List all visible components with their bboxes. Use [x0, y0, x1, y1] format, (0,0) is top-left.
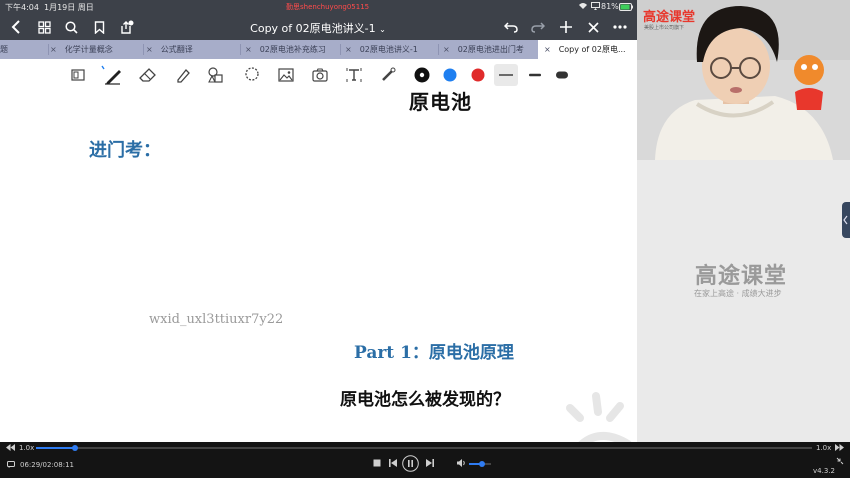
highlighter-icon[interactable] — [173, 65, 193, 85]
add-icon[interactable] — [557, 18, 575, 36]
tab-close-icon[interactable]: × — [443, 45, 450, 54]
app-version: v4.3.2 — [813, 467, 835, 475]
chevron-down-icon: ⌄ — [379, 25, 386, 34]
stroke-thick[interactable] — [552, 65, 572, 85]
previous-icon[interactable] — [389, 459, 397, 469]
close-icon[interactable] — [584, 18, 602, 36]
more-icon[interactable] — [611, 18, 629, 36]
tab-divider — [240, 44, 241, 55]
search-icon[interactable] — [62, 18, 80, 36]
page-heading: 原电池 — [409, 90, 472, 114]
pen-color-blue[interactable] — [440, 65, 460, 85]
tab-label: 02原电池进出门考 — [457, 45, 524, 54]
tab-close-icon[interactable]: × — [345, 45, 352, 54]
video-player-controls: 1.0x 1.0x 06:29/02:08:11 v4.3.2 — [0, 442, 850, 478]
tab-divider — [438, 44, 439, 55]
speed-left-label[interactable]: 1.0x — [19, 444, 34, 452]
tab-label: 02原电池讲义-1 — [359, 45, 418, 54]
webcam-brand-logo: 高途课堂 — [643, 10, 696, 25]
question-text: 原电池怎么被发现的？ — [340, 390, 510, 410]
wifi-icon — [578, 2, 588, 12]
tab-close-icon[interactable]: × — [50, 45, 57, 54]
progress-track[interactable] — [36, 445, 812, 451]
image-icon[interactable] — [276, 65, 296, 85]
camera-icon[interactable] — [310, 65, 330, 85]
undo-icon[interactable] — [502, 18, 520, 36]
tab-0[interactable]: 题 — [0, 40, 42, 59]
teacher-webcam: 高途课堂 美股上市公司旗下 — [637, 0, 850, 160]
status-watermark: 勤思shenchuyong05115 — [286, 3, 370, 11]
tab-6-active[interactable]: × Copy of 02原电... — [538, 40, 637, 59]
tab-2[interactable]: × 公式翻译 — [146, 40, 238, 59]
eraser-icon[interactable] — [138, 65, 158, 85]
subtitle-icon[interactable] — [7, 461, 15, 470]
cast-icon — [591, 2, 600, 12]
bookmark-icon[interactable] — [90, 18, 108, 36]
drawing-toolbar — [0, 59, 637, 91]
tab-close-icon[interactable]: × — [146, 45, 153, 54]
back-chevron-icon[interactable] — [7, 18, 25, 36]
tab-close-icon[interactable]: × — [245, 45, 252, 54]
lasso-icon[interactable] — [242, 65, 262, 85]
battery-level: 81% — [601, 2, 619, 11]
document-title[interactable]: Copy of 02原电池讲义-1 ⌄ — [228, 20, 408, 36]
pause-button[interactable] — [402, 455, 419, 474]
tab-1[interactable]: × 化学计量概念 — [50, 40, 142, 59]
stroke-thin-selected[interactable] — [494, 64, 518, 86]
tab-5[interactable]: × 02原电池进出门考 — [443, 40, 535, 59]
document-nav-bar: Copy of 02原电池讲义-1 ⌄ — [0, 14, 637, 40]
next-icon[interactable] — [426, 459, 434, 469]
shapes-icon[interactable] — [206, 65, 226, 85]
tab-label: Copy of 02原电... — [558, 45, 626, 54]
playback-time: 06:29/02:08:11 — [20, 461, 74, 469]
pen-color-red[interactable] — [468, 65, 488, 85]
side-brand-panel: 高途课堂 在家上高途 · 成绩大进步 — [637, 160, 850, 442]
progress-knob[interactable] — [71, 445, 78, 451]
part-title: Part 1：原电池原理 — [354, 343, 514, 363]
fast-forward-icon[interactable] — [835, 444, 844, 453]
decorative-sparkle-graphic — [558, 388, 637, 442]
tab-divider — [340, 44, 341, 55]
status-time: 下午4:04 — [5, 3, 39, 12]
tab-label: 化学计量概念 — [64, 45, 113, 54]
status-bar: 下午4:04 1月19日 周日 勤思shenchuyong05115 81% — [0, 0, 637, 14]
progress-fill — [36, 447, 75, 449]
tab-close-icon[interactable]: × — [544, 45, 551, 54]
battery-icon — [619, 3, 633, 13]
side-brand-logo: 高途课堂 — [695, 264, 788, 289]
tab-label: 题 — [0, 45, 8, 54]
stop-icon[interactable] — [373, 459, 381, 469]
share-icon[interactable] — [117, 18, 135, 36]
document-tab-bar: 题 × 化学计量概念 × 公式翻译 × 02原电池补充练习 × 02原电池讲义-1 × 0… — [0, 40, 637, 59]
user-watermark: wxid_uxl3ttiuxr7y22 — [149, 312, 284, 327]
page-layout-icon[interactable] — [68, 65, 88, 85]
tab-label: 公式翻译 — [160, 45, 193, 54]
entry-quiz-label: 进门考： — [89, 140, 161, 161]
pen-color-black-selected[interactable] — [412, 65, 432, 85]
document-title-text: Copy of 02原电池讲义-1 — [250, 22, 376, 35]
redo-icon[interactable] — [529, 18, 547, 36]
volume-icon[interactable] — [457, 459, 466, 469]
tab-4[interactable]: × 02原电池讲义-1 — [345, 40, 437, 59]
stroke-medium[interactable] — [525, 65, 545, 85]
tab-3[interactable]: × 02原电池补充练习 — [245, 40, 337, 59]
volume-knob[interactable] — [479, 461, 486, 467]
webcam-brand-sub: 美股上市公司旗下 — [644, 25, 685, 31]
grid-view-icon[interactable] — [35, 18, 53, 36]
document-page[interactable]: 原电池 进门考： wxid_uxl3ttiuxr7y22 Part 1：原电池原… — [0, 90, 637, 442]
side-brand-slogan: 在家上高途 · 成绩大进步 — [694, 289, 782, 298]
text-tool-icon[interactable] — [344, 65, 364, 85]
laser-pointer-icon[interactable] — [378, 65, 398, 85]
status-date: 1月19日 周日 — [44, 3, 94, 12]
rewind-icon[interactable] — [6, 444, 15, 453]
panel-collapse-handle[interactable] — [842, 202, 850, 238]
exit-fullscreen-icon[interactable] — [836, 457, 844, 467]
speed-right-label[interactable]: 1.0x — [816, 444, 831, 452]
tab-divider — [143, 44, 144, 55]
tab-divider — [48, 44, 49, 55]
tab-label: 02原电池补充练习 — [259, 45, 326, 54]
pen-tool-icon[interactable] — [99, 65, 125, 85]
volume-track[interactable] — [469, 461, 491, 467]
